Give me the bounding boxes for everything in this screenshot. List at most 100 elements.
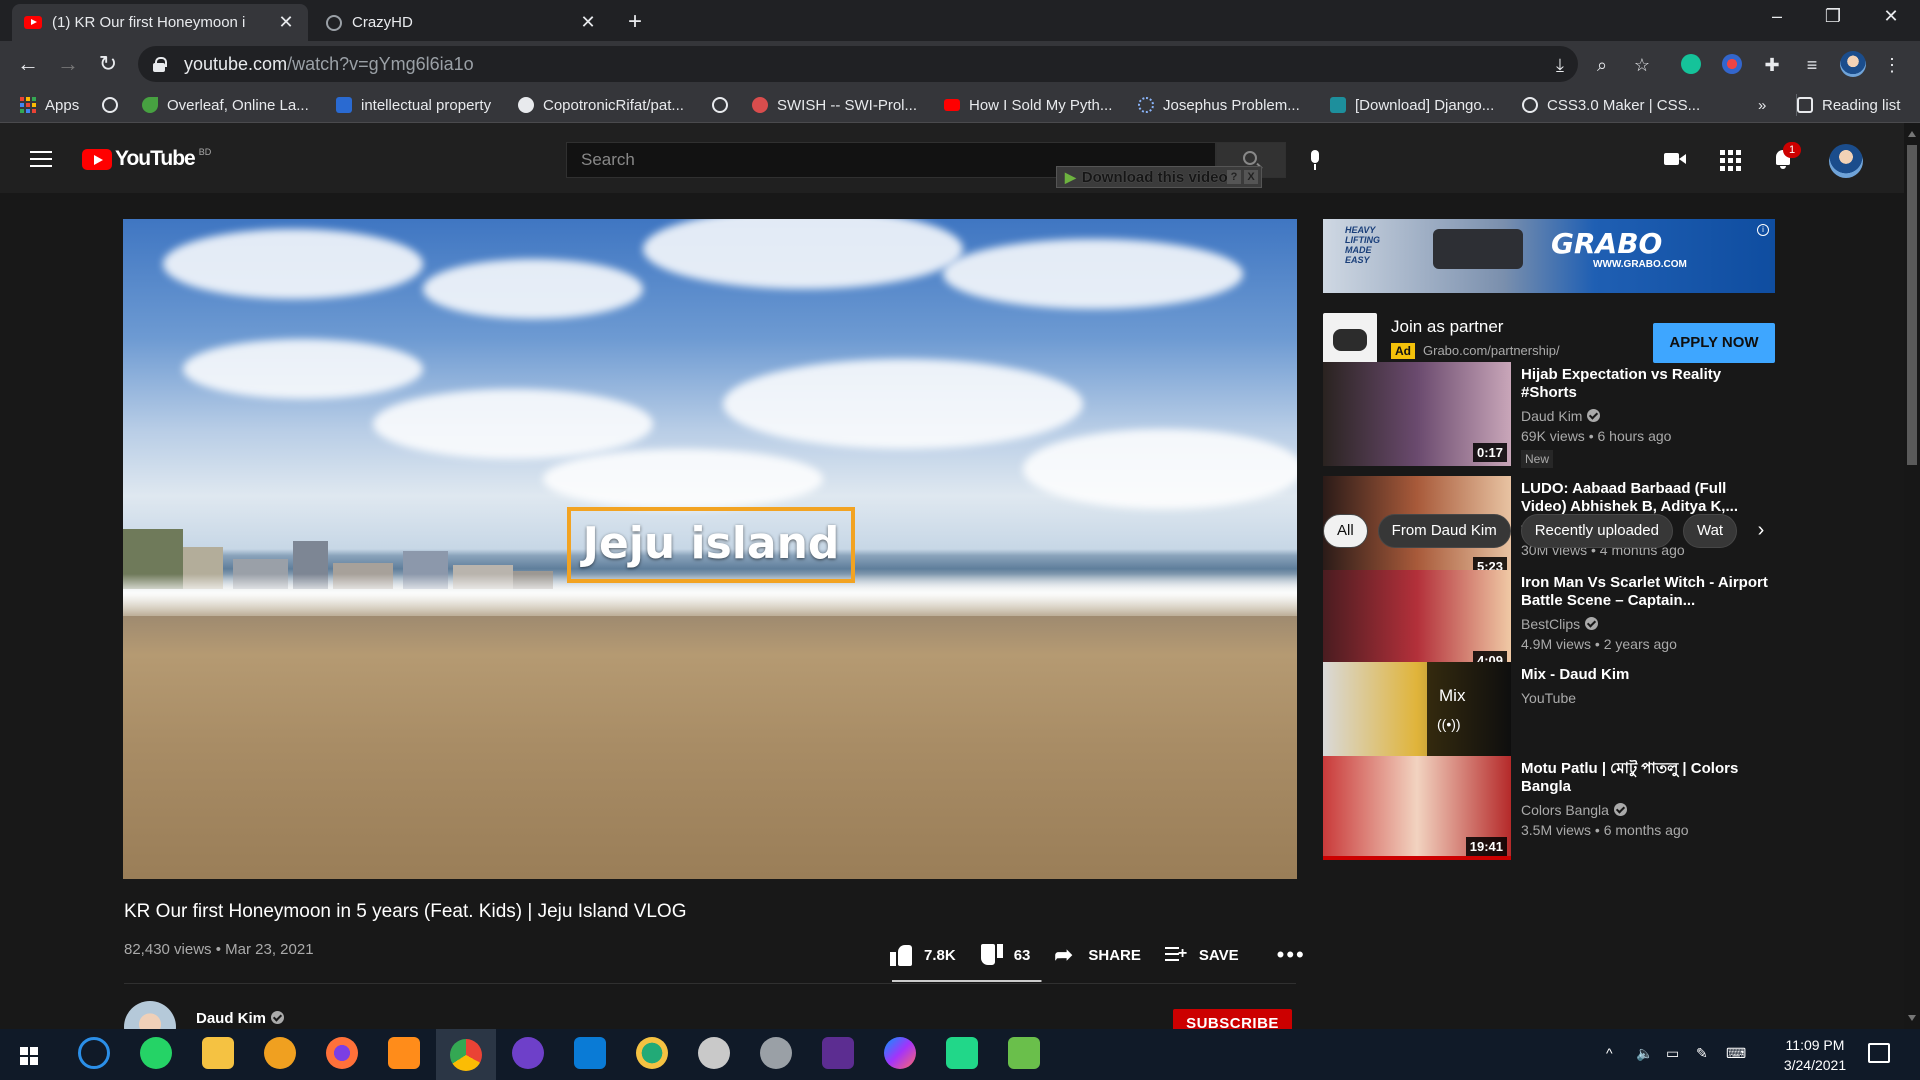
page-scrollbar[interactable]	[1904, 123, 1920, 1029]
volume-icon[interactable]: 🔈	[1636, 1045, 1653, 1062]
pycharm-icon[interactable]	[946, 1037, 978, 1069]
tray-overflow-icon[interactable]: ^	[1606, 1045, 1613, 1061]
extension-icon[interactable]	[1722, 54, 1742, 74]
ad-logo[interactable]	[1323, 313, 1377, 367]
account-avatar[interactable]	[1829, 144, 1863, 178]
recommended-video-channel[interactable]: Colors Bangla	[1521, 802, 1627, 818]
youtube-apps-icon[interactable]	[1718, 147, 1742, 171]
scroll-down-arrow-icon[interactable]	[1908, 1015, 1916, 1021]
guide-menu-icon[interactable]	[30, 151, 52, 167]
youtube-logo[interactable]: YouTube BD	[82, 147, 211, 171]
app-icon-3[interactable]	[760, 1037, 792, 1069]
grammarly-extension-icon[interactable]	[1681, 54, 1701, 74]
address-bar[interactable]: youtube.com/watch?v=gYmg6l6ia1o	[138, 46, 1578, 82]
bookmark-globe-2[interactable]	[712, 94, 737, 116]
profile-avatar[interactable]	[1840, 51, 1866, 77]
bookmark-css3-maker[interactable]: CSS3.0 Maker | CSS...	[1522, 94, 1700, 116]
new-tab-button[interactable]: +	[620, 8, 650, 36]
messenger-icon[interactable]	[884, 1037, 916, 1069]
vscode-icon[interactable]	[574, 1037, 606, 1069]
share-button[interactable]: ➦ SHARE	[1054, 943, 1141, 967]
app-icon[interactable]	[636, 1037, 668, 1069]
bookmarks-overflow-button[interactable]: »	[1758, 94, 1766, 116]
bookmark-youtube[interactable]: How I Sold My Pyth...	[944, 94, 1112, 116]
recommended-video-channel[interactable]: YouTube	[1521, 690, 1576, 706]
close-window-button[interactable]: ✕	[1868, 6, 1914, 27]
recommended-video-title[interactable]: LUDO: Aabaad Barbaad (Full Video) Abhish…	[1521, 480, 1771, 516]
bookmark-josephus[interactable]: Josephus Problem...	[1138, 94, 1300, 116]
recommended-video-title[interactable]: Mix - Daud Kim	[1521, 666, 1771, 684]
save-button[interactable]: SAVE	[1164, 943, 1239, 967]
video-player[interactable]: Jeju island	[123, 219, 1297, 879]
browser-tab-youtube[interactable]: (1) KR Our first Honeymoon i ✕	[12, 4, 308, 41]
download-close-button[interactable]: X	[1244, 170, 1258, 184]
voice-search-icon[interactable]	[1308, 150, 1322, 170]
download-help-button[interactable]: ?	[1227, 170, 1241, 184]
apply-now-button[interactable]: APPLY NOW	[1653, 323, 1775, 363]
firefox-icon[interactable]	[326, 1037, 358, 1069]
dislike-button[interactable]: 63	[980, 943, 1030, 967]
forward-button[interactable]: →	[54, 51, 82, 79]
bookmark-apps[interactable]: Apps	[20, 94, 79, 116]
chrome-taskbar-button[interactable]	[436, 1029, 496, 1080]
taskbar-clock[interactable]: 11:09 PM 3/24/2021	[1770, 1035, 1860, 1075]
channel-name[interactable]: Daud Kim	[196, 1010, 285, 1027]
recommended-video[interactable]: 19:41 Motu Patlu | মোটু পাতলু | Colors Ba…	[1323, 756, 1775, 860]
action-center-icon[interactable]	[1868, 1043, 1890, 1063]
recommended-video-channel[interactable]: BestClips	[1521, 616, 1599, 632]
chrome-menu-icon[interactable]: ⋮	[1880, 53, 1904, 77]
media-control-icon[interactable]: ≡	[1800, 53, 1824, 77]
recommended-video-title[interactable]: Hijab Expectation vs Reality #Shorts	[1521, 366, 1771, 402]
more-actions-button[interactable]: •••	[1277, 942, 1306, 968]
sublime-text-icon[interactable]	[388, 1037, 420, 1069]
scrollbar-thumb[interactable]	[1907, 145, 1917, 465]
bookmark-intellectual-property[interactable]: intellectual property	[336, 94, 491, 116]
ad-title[interactable]: Join as partner	[1391, 317, 1503, 337]
network-icon[interactable]: ▭	[1666, 1045, 1679, 1062]
whatsapp-icon[interactable]	[140, 1037, 172, 1069]
pen-icon[interactable]: ✎	[1696, 1045, 1708, 1062]
bookmark-star-icon[interactable]: ☆	[1630, 53, 1654, 77]
recommended-video-channel[interactable]: Daud Kim	[1521, 408, 1601, 424]
video-thumbnail[interactable]: Mix ((•))	[1323, 662, 1511, 766]
browser-tab-crazyhd[interactable]: CrazyHD ✕	[314, 4, 610, 41]
recommended-video[interactable]: 4:09 Iron Man Vs Scarlet Witch - Airport …	[1323, 570, 1775, 674]
security-app-icon[interactable]	[264, 1037, 296, 1069]
back-button[interactable]: ←	[14, 51, 42, 79]
minimize-window-button[interactable]: –	[1754, 6, 1800, 27]
reading-list-button[interactable]: Reading list	[1796, 94, 1900, 116]
chip-watched[interactable]: Wat	[1682, 514, 1738, 548]
download-video-extension-bar[interactable]: ▶ Download this video ? X	[1056, 166, 1262, 188]
bookmark-github[interactable]: CopotronicRifat/pat...	[518, 94, 684, 116]
recommended-video-title[interactable]: Motu Patlu | মোটু পাতলু | Colors Bangla	[1521, 760, 1771, 796]
github-desktop-icon[interactable]	[512, 1037, 544, 1069]
video-thumbnail[interactable]: 0:17	[1323, 362, 1511, 466]
recommended-video[interactable]: 0:17 Hijab Expectation vs Reality #Shorts…	[1323, 362, 1775, 468]
bookmark-overleaf[interactable]: Overleaf, Online La...	[142, 94, 309, 116]
file-explorer-icon[interactable]	[202, 1037, 234, 1069]
app-icon-2[interactable]	[698, 1037, 730, 1069]
download-page-icon[interactable]: ⤓	[1548, 53, 1572, 77]
ad-banner-image[interactable]: HEAVY LIFTING MADE EASY GRABO WWW.GRABO.…	[1323, 219, 1775, 293]
visual-studio-icon[interactable]	[822, 1037, 854, 1069]
extensions-puzzle-icon[interactable]: ✚	[1760, 53, 1784, 77]
video-thumbnail[interactable]: 19:41	[1323, 756, 1511, 860]
bookmark-globe[interactable]	[102, 94, 127, 116]
reload-button[interactable]: ↻	[94, 51, 122, 79]
video-thumbnail[interactable]: 4:09	[1323, 570, 1511, 674]
bookmark-django[interactable]: [Download] Django...	[1330, 94, 1494, 116]
restore-window-button[interactable]: ❐	[1810, 6, 1856, 27]
close-tab-icon[interactable]: ✕	[276, 12, 296, 33]
chip-all[interactable]: All	[1323, 514, 1368, 548]
cortana-search-icon[interactable]	[78, 1037, 110, 1069]
spreadsheet-app-icon[interactable]	[1008, 1037, 1040, 1069]
chip-from-channel[interactable]: From Daud Kim	[1377, 514, 1511, 548]
windows-start-icon[interactable]	[20, 1047, 38, 1065]
chip-recently-uploaded[interactable]: Recently uploaded	[1520, 514, 1673, 548]
recommended-video[interactable]: Mix ((•)) Mix - Daud Kim YouTube	[1323, 662, 1775, 766]
create-video-icon[interactable]	[1664, 147, 1688, 171]
scroll-up-arrow-icon[interactable]	[1908, 131, 1916, 137]
close-tab-icon[interactable]: ✕	[578, 12, 598, 33]
chips-next-arrow-icon[interactable]: ›	[1747, 513, 1775, 549]
keyboard-icon[interactable]: ⌨	[1726, 1045, 1746, 1062]
